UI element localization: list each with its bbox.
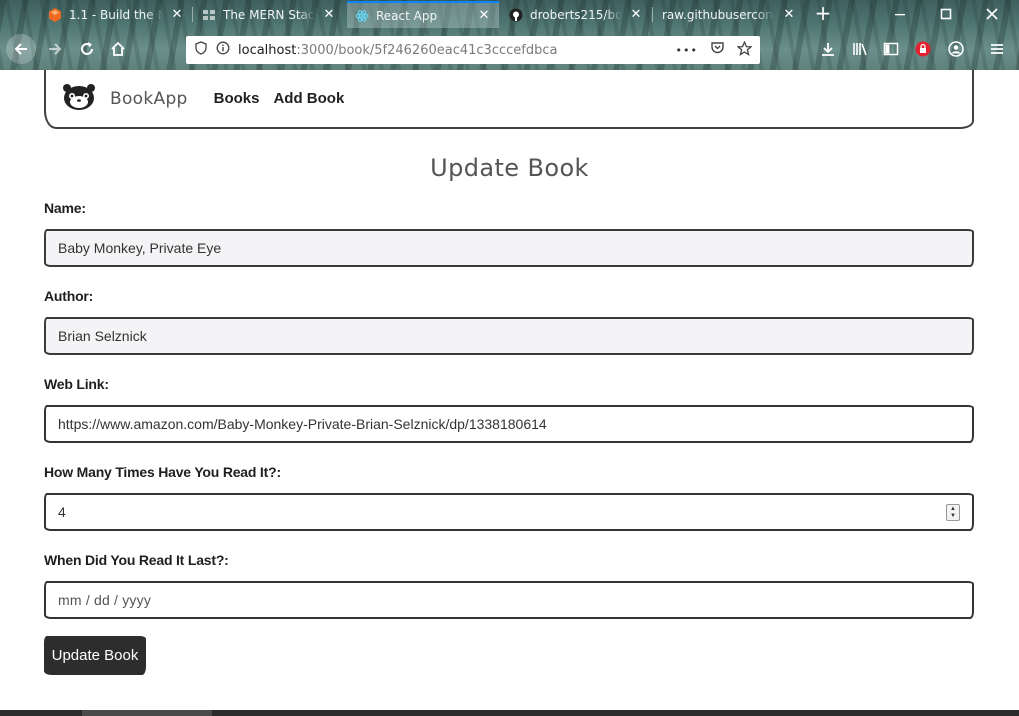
last-read-date-input[interactable]: mm / dd / yyyy bbox=[44, 581, 974, 619]
nav-links: Books Add Book bbox=[214, 90, 345, 107]
author-input[interactable]: Brian Selznick bbox=[44, 317, 974, 355]
close-window-icon[interactable] bbox=[969, 0, 1015, 28]
times-read-input-value: 4 bbox=[58, 504, 66, 520]
close-tab-icon[interactable]: ✕ bbox=[322, 7, 336, 22]
taskbar-segment bbox=[82, 710, 212, 716]
hamburger-menu-icon[interactable] bbox=[984, 36, 1010, 62]
url-bar[interactable]: localhost:3000/book/5f246260eac41c3cccef… bbox=[186, 36, 760, 64]
tab-label: raw.githubusercontent bbox=[662, 7, 775, 22]
tab-react-app[interactable]: React App ✕ bbox=[347, 1, 499, 28]
url-path: :3000/book/5f246260eac41c3cccefdbca bbox=[296, 42, 558, 58]
tab-raw-github[interactable]: raw.githubusercontent ✕ bbox=[654, 1, 804, 28]
times-read-input[interactable]: 4 ▲ ▼ bbox=[44, 493, 974, 531]
close-tab-icon[interactable]: ✕ bbox=[629, 7, 643, 22]
brand-name[interactable]: BookApp bbox=[110, 89, 188, 109]
last-read-label: When Did You Read It Last?: bbox=[44, 552, 229, 568]
react-icon bbox=[355, 9, 369, 23]
times-read-label: How Many Times Have You Read It?: bbox=[44, 464, 281, 480]
url-text[interactable]: localhost:3000/book/5f246260eac41c3cccef… bbox=[238, 43, 557, 58]
new-tab-button[interactable]: + bbox=[812, 2, 834, 26]
spin-down-icon[interactable]: ▼ bbox=[950, 513, 956, 520]
spin-up-icon[interactable]: ▲ bbox=[950, 506, 956, 513]
page-actions-icon[interactable]: ••• bbox=[676, 44, 698, 57]
brand[interactable]: BookApp bbox=[62, 83, 188, 115]
tab-label: droberts215/book bbox=[530, 7, 622, 22]
library-icon[interactable] bbox=[847, 36, 873, 62]
number-spinner-icon[interactable]: ▲ ▼ bbox=[946, 504, 960, 521]
close-tab-icon[interactable]: ✕ bbox=[477, 8, 491, 23]
github-icon bbox=[509, 8, 523, 22]
site-info-icon[interactable] bbox=[216, 41, 230, 59]
tracking-shield-icon[interactable] bbox=[194, 41, 208, 59]
browser-chrome: 1.1 - Build the MERN ✕ The MERN Stack ✕ … bbox=[0, 0, 1019, 70]
tab-separator bbox=[192, 7, 193, 22]
name-input[interactable]: Baby Monkey, Private Eye bbox=[44, 229, 974, 267]
web-link-label: Web Link: bbox=[44, 376, 109, 392]
close-tab-icon[interactable]: ✕ bbox=[782, 7, 796, 22]
minimize-window-icon[interactable] bbox=[877, 0, 923, 28]
author-label: Author: bbox=[44, 288, 94, 304]
name-input-value: Baby Monkey, Private Eye bbox=[58, 240, 222, 256]
tab-label: React App bbox=[376, 8, 438, 23]
nav-link-books[interactable]: Books bbox=[214, 90, 260, 107]
maximize-window-icon[interactable] bbox=[923, 0, 969, 28]
name-label: Name: bbox=[44, 200, 86, 216]
update-book-button[interactable]: Update Book bbox=[44, 636, 146, 675]
home-icon[interactable] bbox=[105, 36, 131, 62]
sidebar-icon[interactable] bbox=[878, 36, 904, 62]
web-link-input-value: https://www.amazon.com/Baby-Monkey-Priva… bbox=[58, 416, 547, 432]
tab-label: The MERN Stack bbox=[223, 7, 315, 22]
date-placeholder: mm / dd / yyyy bbox=[58, 592, 152, 608]
red-panda-logo-icon bbox=[62, 83, 96, 115]
account-icon[interactable] bbox=[943, 36, 969, 62]
tab-github[interactable]: droberts215/book ✕ bbox=[501, 1, 651, 28]
mern-stack-icon bbox=[202, 8, 216, 22]
url-host: localhost bbox=[238, 42, 297, 58]
download-icon[interactable] bbox=[815, 36, 841, 62]
page-content: BookApp Books Add Book Update Book Name:… bbox=[0, 70, 1019, 716]
web-link-input[interactable]: https://www.amazon.com/Baby-Monkey-Priva… bbox=[44, 405, 974, 443]
app-navbar: BookApp Books Add Book bbox=[44, 70, 974, 129]
close-tab-icon[interactable]: ✕ bbox=[170, 7, 184, 22]
page-title: Update Book bbox=[430, 154, 589, 182]
codecademy-hex-icon bbox=[48, 7, 62, 22]
tab-codecademy[interactable]: 1.1 - Build the MERN ✕ bbox=[40, 1, 192, 28]
nav-link-add-book[interactable]: Add Book bbox=[273, 90, 344, 107]
back-arrow-icon[interactable] bbox=[6, 34, 36, 64]
bookmark-star-icon[interactable] bbox=[736, 39, 753, 60]
taskbar-edge bbox=[0, 710, 1019, 716]
tab-mern-stack[interactable]: The MERN Stack ✕ bbox=[194, 1, 344, 28]
lock-extension-icon[interactable] bbox=[910, 36, 936, 62]
tab-strip: 1.1 - Build the MERN ✕ The MERN Stack ✕ … bbox=[0, 0, 1019, 29]
tab-separator bbox=[652, 7, 653, 22]
author-input-value: Brian Selznick bbox=[58, 328, 147, 344]
pocket-icon[interactable] bbox=[710, 41, 725, 59]
reload-icon[interactable] bbox=[74, 36, 100, 62]
forward-arrow-icon[interactable] bbox=[42, 36, 68, 62]
tab-label: 1.1 - Build the MERN bbox=[69, 7, 163, 22]
nav-toolbar: localhost:3000/book/5f246260eac41c3cccef… bbox=[0, 30, 1019, 68]
